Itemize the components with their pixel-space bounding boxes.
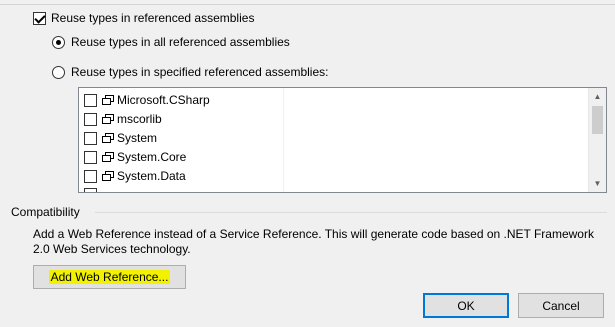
scroll-thumb[interactable] (592, 106, 603, 134)
reuse-types-label: Reuse types in referenced assemblies (51, 11, 255, 25)
assembly-checkbox[interactable] (84, 112, 97, 126)
list-item[interactable]: Microsoft.CSharp (84, 91, 210, 109)
reuse-types-checkbox[interactable] (33, 11, 46, 25)
reuse-all-radio[interactable] (52, 35, 65, 49)
assembly-name: System.Data (117, 169, 186, 183)
add-web-reference-button[interactable]: Add Web Reference... (33, 265, 186, 289)
assembly-checkbox[interactable] (84, 93, 97, 107)
assembly-reference-icon (102, 171, 114, 181)
list-item[interactable]: System.Core (84, 148, 186, 166)
scroll-up-icon[interactable]: ▲ (589, 88, 606, 105)
assembly-reference-icon (102, 133, 114, 143)
list-item[interactable]: mscorlib (84, 110, 162, 128)
list-item[interactable]: System.Data (84, 167, 186, 185)
reuse-all-label: Reuse types in all referenced assemblies (71, 35, 290, 49)
assembly-reference-icon (102, 95, 114, 105)
assembly-reference-icon (102, 152, 114, 162)
compatibility-description: Add a Web Reference instead of a Service… (33, 227, 594, 256)
assembly-name: mscorlib (117, 112, 162, 126)
reuse-types-option[interactable]: Reuse types in referenced assemblies (33, 11, 254, 25)
assembly-name: Microsoft.CSharp (117, 93, 210, 107)
compatibility-group-line (95, 212, 607, 213)
assemblies-listbox[interactable]: Microsoft.CSharp mscorlib System System.… (78, 87, 607, 193)
assembly-reference-icon (102, 114, 114, 124)
ok-button[interactable]: OK (423, 293, 509, 318)
list-item[interactable]: System (84, 129, 157, 147)
reuse-specified-label: Reuse types in specified referenced asse… (71, 65, 329, 79)
list-column-divider (283, 88, 284, 192)
reuse-specified-radio[interactable] (52, 65, 65, 79)
top-divider (0, 0, 615, 5)
scroll-down-icon[interactable]: ▼ (589, 175, 606, 192)
assembly-checkbox[interactable] (84, 131, 97, 145)
compatibility-group-title: Compatibility (11, 205, 80, 219)
reuse-all-option[interactable]: Reuse types in all referenced assemblies (52, 35, 290, 49)
ok-label: OK (457, 298, 475, 313)
cancel-button[interactable]: Cancel (518, 293, 604, 318)
assembly-checkbox[interactable] (84, 150, 97, 164)
add-web-reference-label: Add Web Reference... (48, 270, 171, 284)
list-scrollbar[interactable]: ▲ ▼ (588, 88, 606, 192)
assembly-name: System.Core (117, 150, 187, 164)
reuse-specified-option[interactable]: Reuse types in specified referenced asse… (52, 65, 328, 79)
assembly-name: System (117, 131, 158, 145)
cancel-label: Cancel (542, 298, 580, 313)
assembly-checkbox[interactable] (84, 169, 97, 183)
assembly-checkbox (84, 187, 97, 192)
list-item-partial (84, 185, 102, 192)
